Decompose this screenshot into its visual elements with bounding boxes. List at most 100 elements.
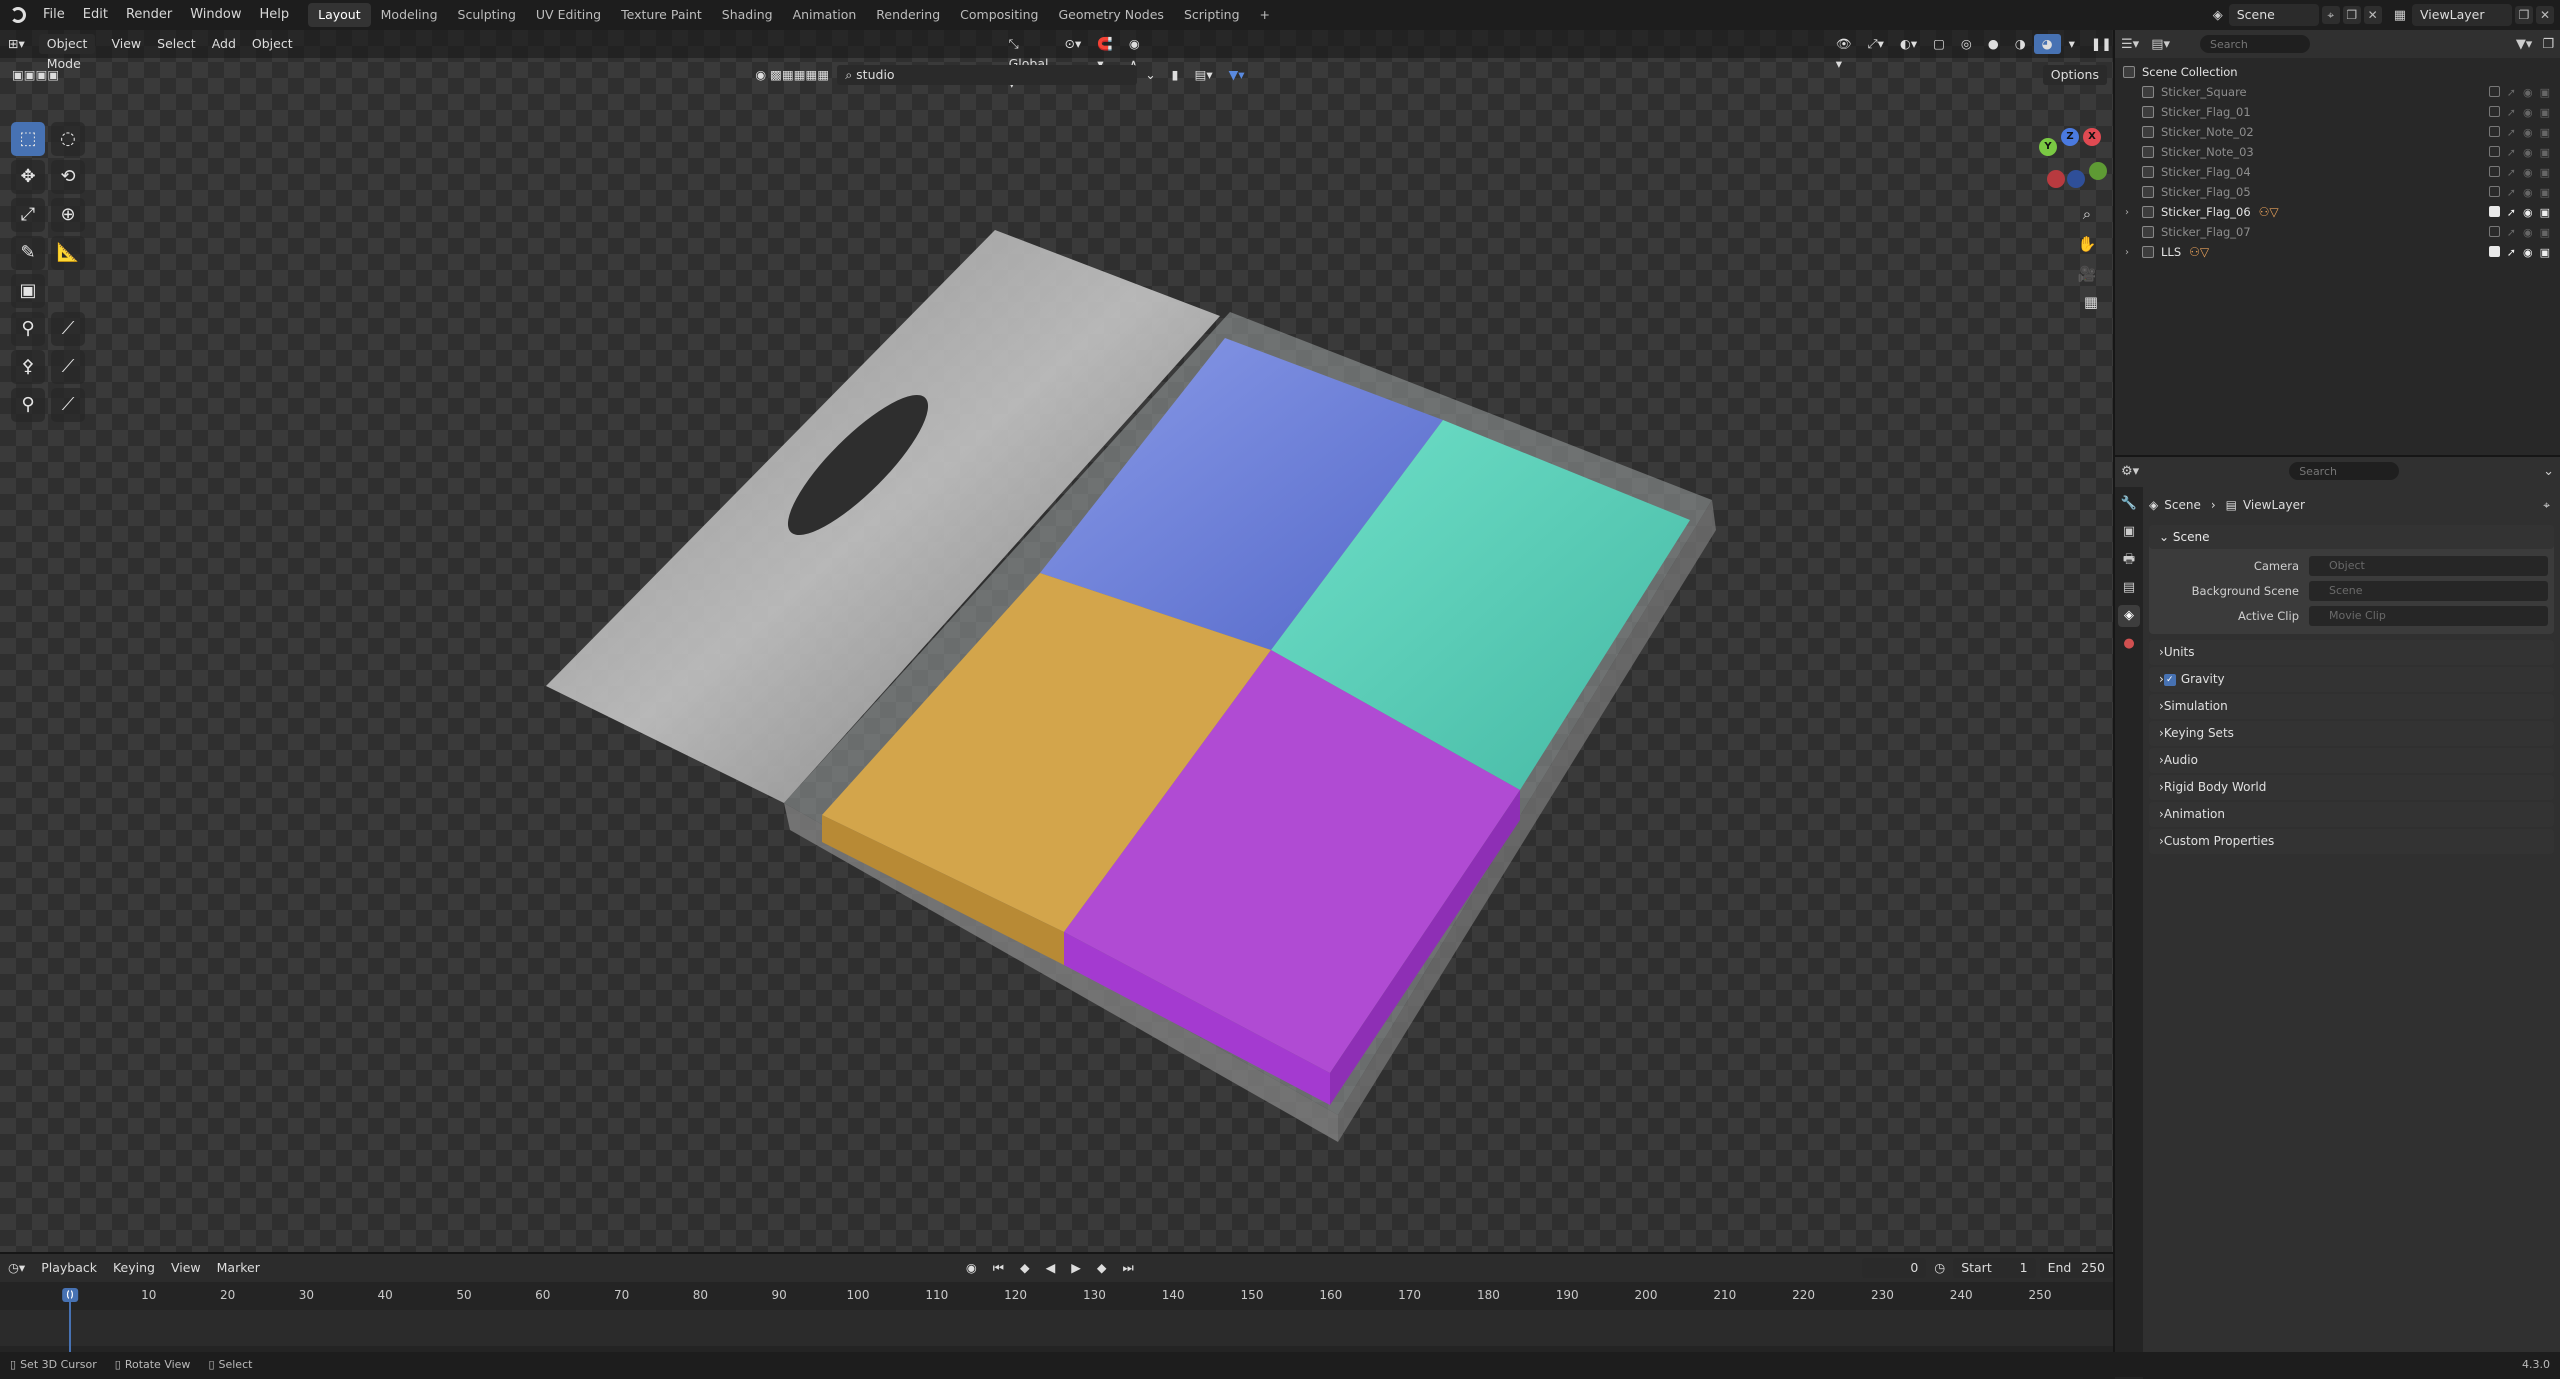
- 3d-viewport[interactable]: ⊞▾ Object Mode View Select Add Object ⤡ …: [0, 30, 2113, 1252]
- play-reverse-icon[interactable]: ◀: [1038, 1258, 1064, 1278]
- tab-compositing[interactable]: Compositing: [950, 3, 1048, 27]
- exclude-checkbox[interactable]: [2488, 145, 2500, 157]
- tab-geometry-nodes[interactable]: Geometry Nodes: [1049, 3, 1174, 27]
- start-frame-field[interactable]: Start 1: [1953, 1258, 2036, 1278]
- eye-icon[interactable]: ◉: [2523, 106, 2533, 119]
- subpanel-keying-sets[interactable]: › Keying Sets: [2149, 721, 2554, 746]
- output-tab-icon[interactable]: 🖶: [2118, 549, 2140, 571]
- new-view-layer-button[interactable]: ❐: [2515, 6, 2533, 24]
- camera-icon[interactable]: ▣: [2540, 206, 2550, 219]
- outliner-row[interactable]: Sticker_Flag_07 ➚ ◉ ▣: [2115, 222, 2560, 242]
- gravity-checkbox[interactable]: ✓: [2163, 673, 2176, 686]
- x-axis-ball[interactable]: X: [2083, 128, 2101, 146]
- exclude-checkbox[interactable]: [2488, 225, 2500, 237]
- timeline-tracks[interactable]: [0, 1310, 2113, 1346]
- view-layer-tab-icon[interactable]: ▤: [2118, 577, 2140, 599]
- subpanel-animation[interactable]: › Animation: [2149, 802, 2554, 827]
- camera-icon[interactable]: ▣: [2540, 166, 2550, 179]
- eye-icon[interactable]: ◉: [2523, 126, 2533, 139]
- prev-keyframe-icon[interactable]: ◆: [1012, 1258, 1038, 1278]
- tab-texture-paint[interactable]: Texture Paint: [611, 3, 712, 27]
- menu-edit[interactable]: Edit: [74, 0, 117, 30]
- eye-icon[interactable]: ◉: [2523, 226, 2533, 239]
- tab-animation[interactable]: Animation: [783, 3, 867, 27]
- outliner-row[interactable]: Sticker_Flag_04 ➚ ◉ ▣: [2115, 162, 2560, 182]
- menu-file[interactable]: File: [34, 0, 74, 30]
- tab-layout[interactable]: Layout: [308, 3, 371, 27]
- select-toggle-icon[interactable]: ➚: [2507, 146, 2516, 159]
- outliner-row[interactable]: › Sticker_Flag_06 ⚇▽ ➚ ◉ ▣: [2115, 202, 2560, 222]
- subpanel-custom-properties[interactable]: › Custom Properties: [2149, 829, 2554, 854]
- perspective-toggle-icon[interactable]: ▦: [2077, 288, 2105, 316]
- delete-scene-button[interactable]: ✕: [2363, 6, 2382, 24]
- neg-x-axis-ball[interactable]: [2047, 170, 2065, 188]
- exclude-checkbox[interactable]: [2488, 245, 2500, 257]
- scene-tab-icon[interactable]: ◈: [2118, 605, 2140, 627]
- menu-help[interactable]: Help: [251, 0, 299, 30]
- tab-rendering[interactable]: Rendering: [866, 3, 950, 27]
- new-scene-button[interactable]: ❐: [2342, 6, 2361, 24]
- outliner-row[interactable]: › LLS ⚇▽ ➚ ◉ ▣: [2115, 242, 2560, 262]
- outliner-editor-icon[interactable]: ☰▾: [2121, 37, 2139, 52]
- record-icon[interactable]: ◉: [958, 1258, 985, 1278]
- outliner-search-input[interactable]: [2200, 35, 2310, 53]
- properties-options-icon[interactable]: ⌄: [2543, 464, 2554, 479]
- exclude-checkbox[interactable]: [2488, 205, 2500, 217]
- tab-uv-editing[interactable]: UV Editing: [526, 3, 611, 27]
- subpanel-audio[interactable]: › Audio: [2149, 748, 2554, 773]
- delete-view-layer-button[interactable]: ✕: [2536, 6, 2554, 24]
- pin-icon[interactable]: ⌖: [2321, 6, 2340, 24]
- jump-start-icon[interactable]: ⏮: [985, 1258, 1012, 1278]
- world-tab-icon[interactable]: ●: [2118, 633, 2140, 655]
- camera-icon[interactable]: ▣: [2540, 146, 2550, 159]
- camera-icon[interactable]: ▣: [2540, 246, 2550, 259]
- end-frame-field[interactable]: End 250: [2039, 1258, 2113, 1278]
- camera-icon[interactable]: ▣: [2540, 106, 2550, 119]
- eye-icon[interactable]: ◉: [2523, 86, 2533, 99]
- camera-icon[interactable]: ▣: [2540, 126, 2550, 139]
- camera-icon[interactable]: ▣: [2540, 226, 2550, 239]
- clock-icon[interactable]: ◷: [1926, 1258, 1953, 1278]
- tab-modeling[interactable]: Modeling: [371, 3, 448, 27]
- tab-shading[interactable]: Shading: [712, 3, 783, 27]
- timeline-editor-icon[interactable]: ◷▾: [0, 1258, 33, 1278]
- subpanel-units[interactable]: › Units: [2149, 640, 2554, 665]
- exclude-checkbox[interactable]: [2488, 105, 2500, 117]
- display-mode-icon[interactable]: ▤▾: [2151, 37, 2170, 52]
- menu-render[interactable]: Render: [117, 0, 181, 30]
- current-frame-field[interactable]: 0: [1861, 1258, 1927, 1278]
- exclude-checkbox[interactable]: [2488, 85, 2500, 97]
- scene-panel-header[interactable]: ⌄ Scene: [2149, 525, 2554, 549]
- pan-hand-icon[interactable]: ✋: [2073, 230, 2101, 258]
- y-axis-ball[interactable]: Y: [2039, 138, 2057, 156]
- select-toggle-icon[interactable]: ➚: [2507, 246, 2516, 259]
- background-scene-field[interactable]: Scene: [2309, 580, 2548, 601]
- expand-arrow-icon[interactable]: ›: [2125, 247, 2137, 258]
- add-workspace-button[interactable]: +: [1250, 3, 1280, 27]
- camera-icon[interactable]: ▣: [2540, 186, 2550, 199]
- z-axis-ball[interactable]: Z: [2061, 128, 2079, 146]
- zoom-icon[interactable]: ⌕: [2073, 200, 2101, 228]
- scene-selector[interactable]: Scene: [2228, 4, 2319, 26]
- blender-logo-icon[interactable]: [10, 7, 26, 23]
- view-layer-selector[interactable]: ViewLayer: [2412, 4, 2512, 26]
- render-tab-icon[interactable]: ▣: [2118, 521, 2140, 543]
- select-toggle-icon[interactable]: ➚: [2507, 126, 2516, 139]
- eye-icon[interactable]: ◉: [2523, 146, 2533, 159]
- sticky-note-package-model[interactable]: [0, 30, 2113, 1252]
- new-collection-icon[interactable]: ❐: [2542, 37, 2554, 52]
- subpanel-gravity[interactable]: › ✓ Gravity: [2149, 667, 2554, 692]
- select-toggle-icon[interactable]: ➚: [2507, 206, 2516, 219]
- subpanel-rigid-body-world[interactable]: › Rigid Body World: [2149, 775, 2554, 800]
- exclude-checkbox[interactable]: [2488, 185, 2500, 197]
- properties-search-input[interactable]: [2289, 462, 2400, 480]
- outliner-row[interactable]: Sticker_Note_03 ➚ ◉ ▣: [2115, 142, 2560, 162]
- view-menu[interactable]: View: [163, 1258, 209, 1278]
- marker-menu[interactable]: Marker: [209, 1258, 268, 1278]
- expand-arrow-icon[interactable]: ›: [2125, 207, 2137, 218]
- menu-window[interactable]: Window: [181, 0, 250, 30]
- exclude-checkbox[interactable]: [2488, 165, 2500, 177]
- active-clip-field[interactable]: Movie Clip: [2309, 605, 2548, 626]
- filter-icon[interactable]: ▼▾: [2516, 37, 2533, 52]
- jump-end-icon[interactable]: ⏭: [1115, 1258, 1142, 1278]
